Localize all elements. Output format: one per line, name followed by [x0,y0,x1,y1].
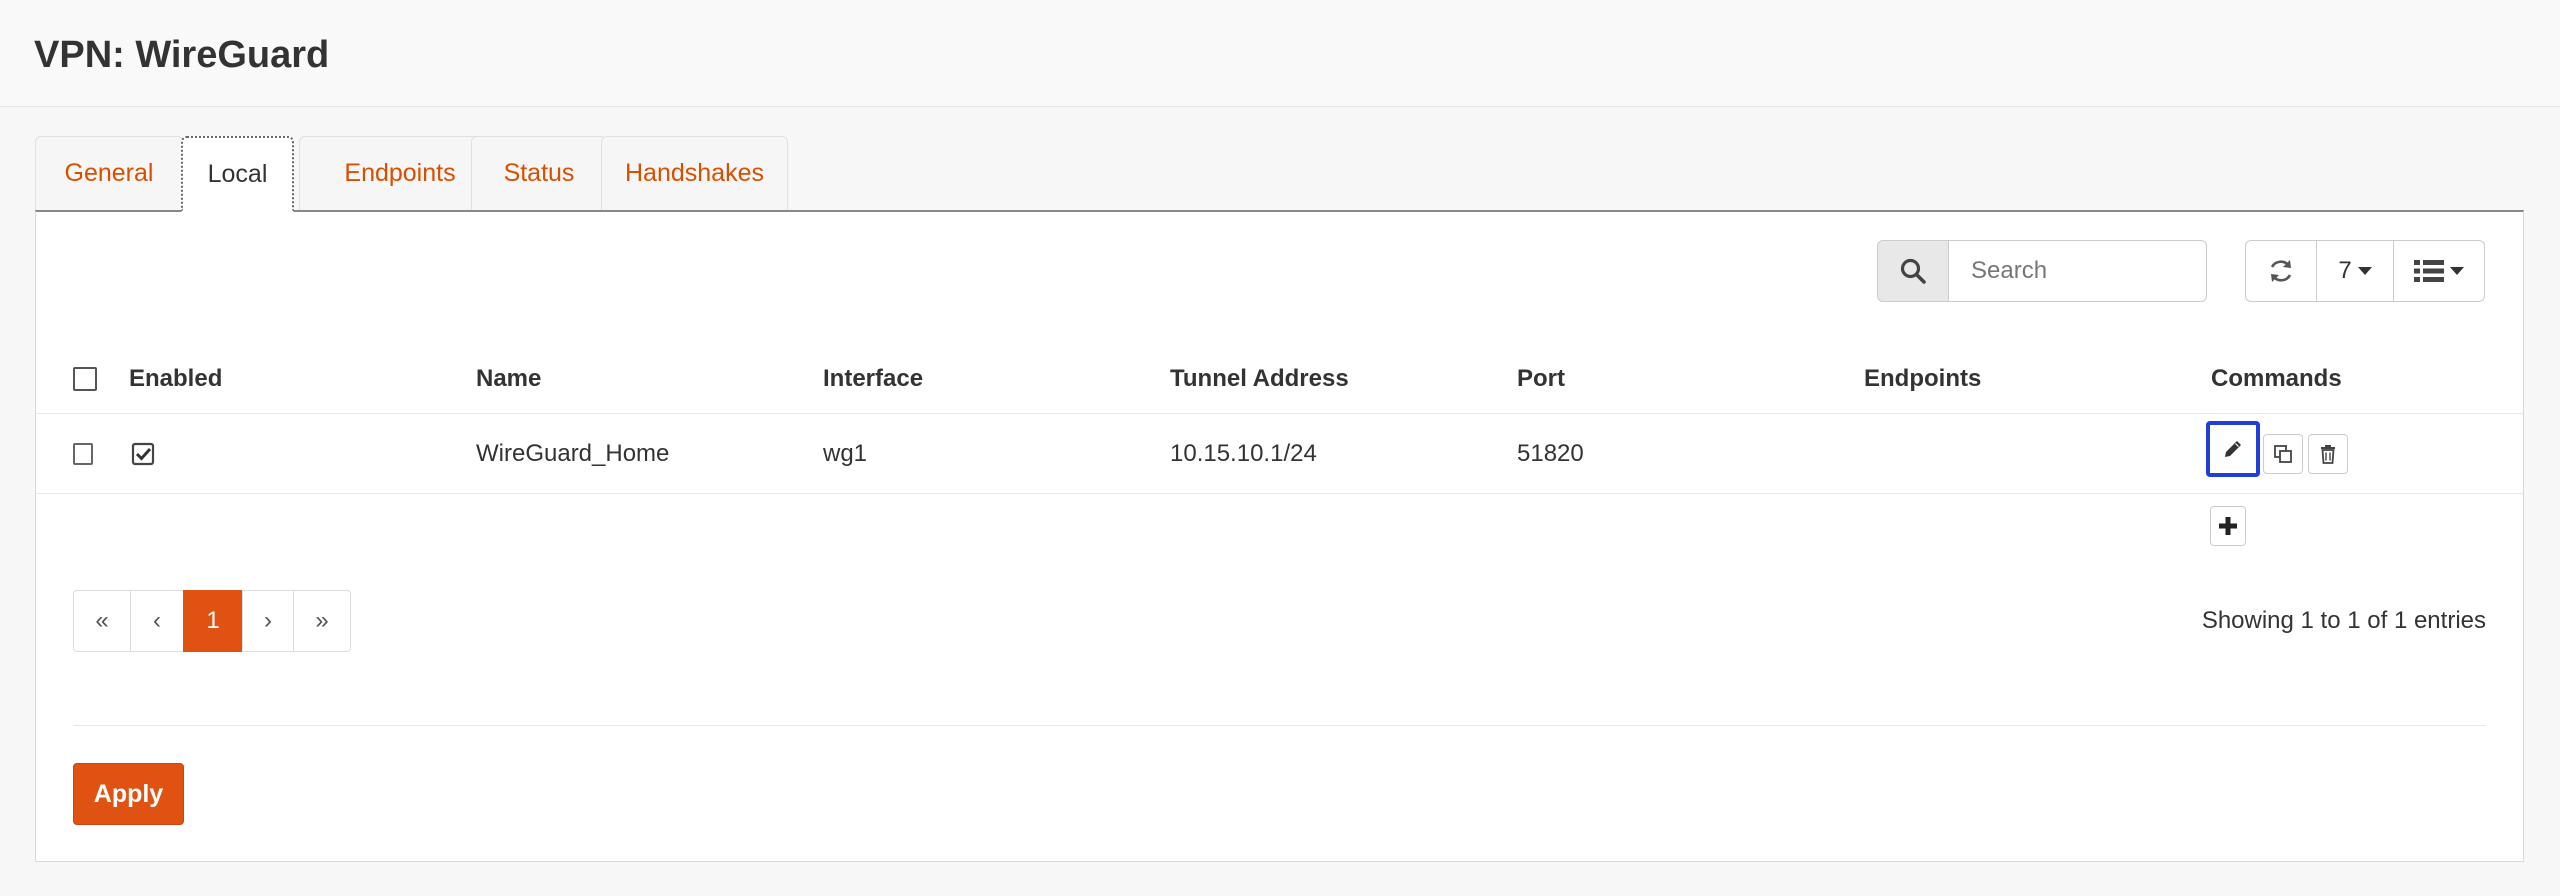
tab-status[interactable]: Status [471,136,607,210]
divider [73,725,2486,726]
column-header-name[interactable]: Name [476,344,541,413]
search-button[interactable] [1877,240,1949,302]
chevron-down-icon [2357,267,2372,275]
prev-page-button[interactable]: ‹ [130,590,184,652]
row-port: 51820 [1517,439,1584,467]
list-icon [2414,260,2444,282]
last-page-button[interactable]: » [293,590,351,652]
select-all-cell [73,344,97,413]
row-select-checkbox[interactable] [73,442,93,465]
column-header-tunnel-address[interactable]: Tunnel Address [1170,344,1349,413]
entries-info: Showing 1 to 1 of 1 entries [2201,607,2486,634]
tab-general[interactable]: General [35,136,183,210]
delete-button[interactable] [2308,434,2348,474]
apply-button[interactable]: Apply [73,763,184,825]
first-page-button[interactable]: « [73,590,131,652]
refresh-button[interactable] [2245,240,2317,302]
checked-square-icon[interactable] [131,442,155,466]
column-header-port[interactable]: Port [1517,344,1565,413]
edit-button[interactable] [2206,421,2260,477]
page-header: VPN: WireGuard [0,0,2560,107]
chevron-down-icon [2450,267,2464,275]
row-enabled-cell [131,414,155,493]
page-title: VPN: WireGuard [34,34,330,76]
add-button[interactable] [2210,506,2246,546]
column-header-interface[interactable]: Interface [823,344,923,413]
trash-icon [2321,445,2335,464]
local-panel: 7 Enabled Name Interface Tunnel Address … [35,210,2524,862]
row-name: WireGuard_Home [476,439,670,467]
column-header-endpoints[interactable]: Endpoints [1864,344,1981,413]
refresh-icon [2270,260,2292,282]
tab-handshakes[interactable]: Handshakes [601,136,788,210]
columns-dropdown[interactable] [2393,240,2485,302]
pencil-icon [2225,441,2241,457]
row-tunnel-address: 10.15.10.1/24 [1170,439,1317,467]
pagination: « ‹ 1 › » [73,590,351,652]
grid-toolbar: 7 [2245,240,2485,302]
table-header: Enabled Name Interface Tunnel Address Po… [36,344,2523,414]
copy-button[interactable] [2263,434,2303,474]
page-1-button[interactable]: 1 [183,590,243,652]
column-header-commands: Commands [2211,364,2342,392]
page-size-dropdown[interactable]: 7 [2316,240,2394,302]
search-icon [1900,258,1926,284]
column-header-enabled[interactable]: Enabled [129,344,222,413]
search-group [1877,240,2207,302]
row-select-cell [73,414,93,493]
tab-local[interactable]: Local [181,136,294,212]
table-row[interactable]: WireGuard_Home wg1 10.15.10.1/24 51820 [36,414,2523,494]
page-size-value: 7 [2338,257,2352,284]
row-interface: wg1 [823,439,868,467]
select-all-checkbox[interactable] [73,366,97,391]
copy-icon [2274,445,2292,463]
next-page-button[interactable]: › [242,590,294,652]
plus-icon [2219,517,2237,535]
search-input[interactable] [1949,240,2207,302]
